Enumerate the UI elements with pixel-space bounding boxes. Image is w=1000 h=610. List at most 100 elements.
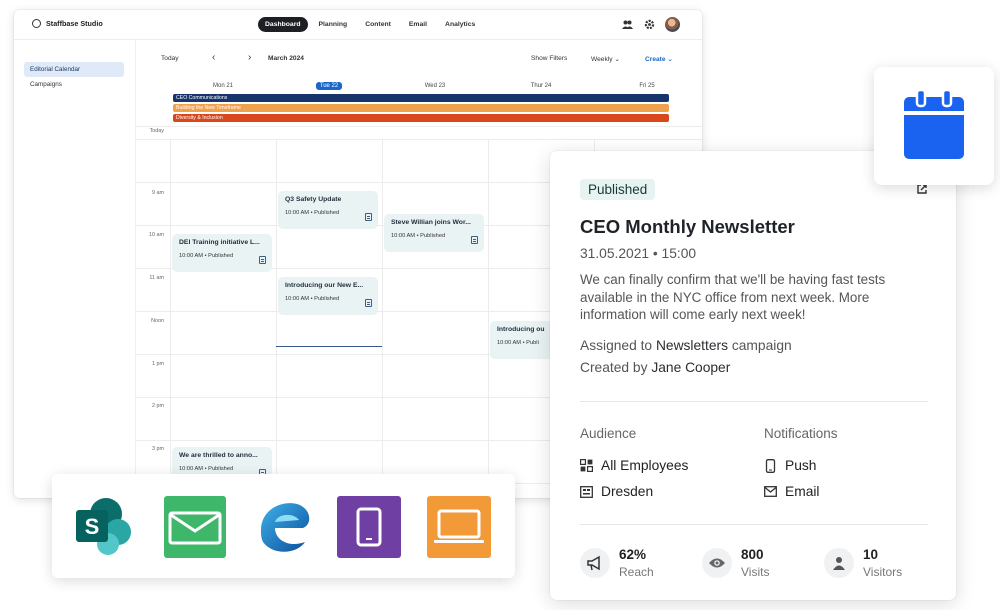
view-select-label: Weekly	[591, 56, 613, 63]
create-label: Create	[645, 56, 666, 63]
time-label-2pm: 2 pm	[152, 403, 164, 409]
created-by-name: Jane Cooper	[651, 360, 731, 375]
today-row-label: Today	[149, 128, 164, 134]
grid-line	[170, 140, 171, 498]
time-label-1pm: 1 pm	[152, 361, 164, 367]
event-title: Q3 Safety Update	[285, 196, 342, 203]
event-meta: 10:00 AM • Published	[179, 466, 234, 472]
brand-logo-icon	[32, 19, 41, 28]
allday-event-ceo-communications[interactable]: CEO Communications	[173, 94, 669, 102]
document-icon	[471, 236, 478, 244]
phone-icon	[765, 458, 776, 473]
channel-bar: S	[52, 474, 515, 578]
top-icons	[621, 17, 680, 32]
time-label-noon: Noon	[151, 318, 164, 324]
day-header-thu: Thur 24	[530, 83, 552, 89]
top-bar: Staffbase Studio Dashboard Planning Cont…	[14, 10, 702, 40]
created-prefix: Created by	[580, 360, 652, 375]
notification-item: Push	[764, 458, 816, 473]
tab-content[interactable]: Content	[358, 17, 398, 32]
calendar-event[interactable]: Steve Willian joins Wor... 10:00 AM • Pu…	[384, 214, 484, 252]
document-icon	[365, 299, 372, 307]
mobile-app-icon[interactable]	[337, 496, 401, 558]
today-date-label: Tue 22	[315, 82, 343, 90]
eye-icon	[702, 548, 732, 578]
post-detail-card: Published CEO Monthly Newsletter 31.05.2…	[550, 151, 956, 600]
event-title: Steve Willian joins Wor...	[391, 219, 471, 226]
mail-icon	[764, 486, 777, 497]
building-icon	[580, 486, 593, 498]
assigned-campaign-line: Assigned to Newsletters campaign	[580, 338, 792, 353]
day-header-fri: Fri 25	[639, 83, 655, 89]
created-by-line: Created by Jane Cooper	[580, 360, 730, 375]
today-button[interactable]: Today	[161, 55, 179, 62]
calendar-event[interactable]: DEI Training initiative L... 10:00 AM • …	[172, 234, 272, 272]
chevron-down-icon: ⌄	[667, 56, 673, 63]
svg-text:S: S	[85, 514, 100, 539]
grid-line	[382, 140, 383, 498]
audience-item: All Employees	[580, 458, 688, 473]
megaphone-icon	[580, 548, 610, 578]
assigned-suffix: campaign	[728, 338, 792, 353]
main-nav: Dashboard Planning Content Email Analyti…	[258, 17, 482, 32]
brand[interactable]: Staffbase Studio	[32, 19, 103, 28]
event-meta: 10:00 AM • Published	[179, 253, 234, 259]
grid-line	[136, 139, 702, 140]
stat-visits: 800 Visits	[702, 547, 769, 579]
audience-all-employees: All Employees	[601, 458, 689, 473]
audience-item: Dresden	[580, 484, 653, 499]
prev-week-icon[interactable]: ‹	[212, 52, 215, 63]
event-title: We are thrilled to anno...	[179, 452, 258, 459]
view-select[interactable]: Weekly ⌄	[591, 55, 620, 63]
next-week-icon[interactable]: ›	[248, 52, 251, 63]
stat-value: 62%	[619, 547, 647, 562]
tab-planning[interactable]: Planning	[312, 17, 355, 32]
stat-label: Reach	[619, 565, 654, 579]
create-button[interactable]: Create ⌄	[645, 55, 673, 63]
notifications-label: Notifications	[764, 426, 838, 441]
email-icon[interactable]	[163, 496, 227, 558]
post-title: CEO Monthly Newsletter	[580, 216, 795, 237]
event-meta: 10:00 AM • Published	[285, 210, 340, 216]
gear-icon[interactable]	[643, 18, 656, 31]
assigned-prefix: Assigned to	[580, 338, 656, 353]
tab-analytics[interactable]: Analytics	[438, 17, 482, 32]
sidebar-item-campaigns[interactable]: Campaigns	[24, 77, 124, 92]
brand-name: Staffbase Studio	[46, 19, 103, 28]
show-filters-button[interactable]: Show Filters	[531, 55, 567, 62]
event-title: Introducing our New E...	[285, 282, 364, 289]
day-header-wed: Wed 23	[424, 83, 446, 89]
marketing-composite: Staffbase Studio Dashboard Planning Cont…	[0, 0, 1000, 610]
user-avatar[interactable]	[665, 17, 680, 32]
calendar-event[interactable]: Introducing our New E... 10:00 AM • Publ…	[278, 277, 378, 315]
allday-event-new-timeframe[interactable]: Building the New Timeframe	[173, 104, 669, 112]
users-icon[interactable]	[621, 18, 634, 31]
grid-line	[136, 126, 702, 127]
edge-browser-icon[interactable]	[253, 496, 317, 558]
time-label-3pm: 3 pm	[152, 446, 164, 452]
stat-visitors: 10 Visitors	[824, 547, 902, 579]
document-icon	[365, 213, 372, 221]
person-icon	[824, 548, 854, 578]
notification-item: Email	[764, 484, 820, 499]
assigned-campaign[interactable]: Newsletters	[656, 338, 728, 353]
day-header-mon: Mon 21	[212, 83, 233, 89]
sharepoint-icon[interactable]: S	[74, 496, 138, 558]
allday-event-diversity[interactable]: Diversity & Inclusion	[173, 114, 669, 122]
desktop-laptop-icon[interactable]	[427, 496, 491, 558]
calendar-event[interactable]: Q3 Safety Update 10:00 AM • Published	[278, 191, 378, 229]
stat-value: 800	[741, 547, 764, 562]
post-body: We can finally confirm that we'll be hav…	[580, 272, 886, 322]
event-meta: 10:00 AM • Published	[285, 296, 340, 302]
notification-email: Email	[785, 484, 820, 499]
document-icon	[259, 256, 266, 264]
status-badge: Published	[580, 179, 656, 200]
tab-email[interactable]: Email	[402, 17, 434, 32]
sidebar-item-editorial-calendar[interactable]: Editorial Calendar	[24, 62, 124, 77]
sidebar: Editorial Calendar Campaigns	[14, 40, 136, 498]
event-title: DEI Training initiative L...	[179, 239, 260, 246]
notification-push: Push	[785, 458, 817, 473]
day-header-tue: Tue 22	[276, 82, 382, 90]
stat-label: Visits	[741, 565, 770, 579]
tab-dashboard[interactable]: Dashboard	[258, 17, 308, 32]
